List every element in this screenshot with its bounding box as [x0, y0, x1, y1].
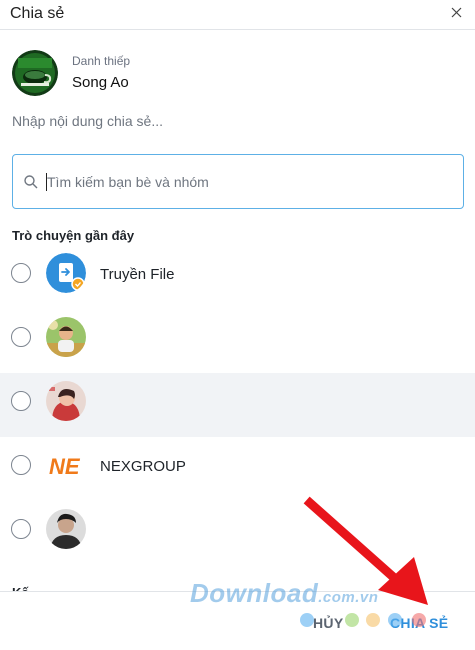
watermark-dot — [412, 613, 426, 627]
search-icon — [24, 175, 38, 189]
red-arrow-annotation — [303, 496, 428, 605]
friend-search-box[interactable] — [12, 154, 464, 209]
select-radio[interactable] — [11, 263, 31, 283]
contact-name: Truyền File — [100, 266, 175, 283]
share-message-input[interactable] — [12, 110, 452, 132]
transfer-file-icon — [46, 253, 86, 293]
contact-row[interactable]: NE NEXGROUP — [0, 437, 475, 501]
select-radio[interactable] — [11, 327, 31, 347]
user-avatar — [46, 317, 86, 357]
card-avatar — [12, 50, 58, 96]
select-radio[interactable] — [11, 519, 31, 539]
watermark-dot — [388, 613, 402, 627]
dialog-title: Chia sẻ — [10, 5, 65, 22]
contact-row[interactable] — [0, 309, 475, 373]
card-kind-label: Danh thiếp — [72, 54, 131, 68]
watermark-text: Download — [190, 578, 319, 608]
contact-name: NEXGROUP — [100, 458, 186, 475]
recent-chats-heading: Trò chuyện gần đây — [12, 228, 135, 243]
select-radio[interactable] — [11, 455, 31, 475]
watermark-dot — [366, 613, 380, 627]
contact-row[interactable] — [0, 373, 475, 437]
close-button[interactable] — [447, 3, 467, 23]
user-avatar — [46, 381, 86, 421]
nexgroup-logo-text: NE — [49, 454, 81, 479]
card-name: Song Ao — [72, 74, 129, 91]
user-avatar — [46, 509, 86, 549]
shared-card: Danh thiếp Song Ao — [12, 50, 312, 100]
search-input[interactable] — [47, 171, 447, 193]
contact-row[interactable]: Truyền File — [0, 245, 475, 309]
close-icon — [451, 7, 462, 18]
nexgroup-logo-icon: NE — [46, 445, 86, 485]
select-radio[interactable] — [11, 391, 31, 411]
cancel-button[interactable]: HỦY — [313, 615, 343, 631]
watermark-dot — [300, 613, 314, 627]
dialog-header: Chia sẻ — [0, 0, 475, 30]
watermark-dot — [345, 613, 359, 627]
